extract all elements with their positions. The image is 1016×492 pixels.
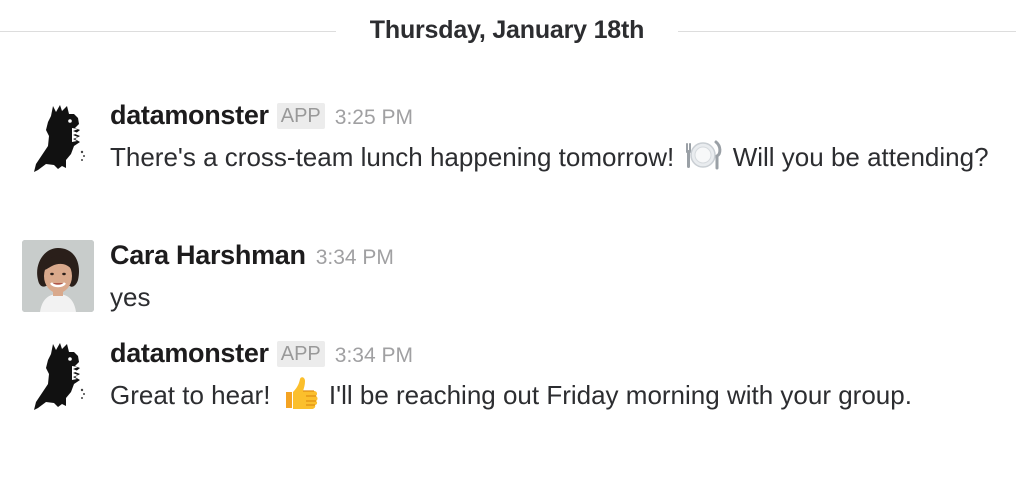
divider-line-right	[678, 31, 1016, 32]
day-divider: Thursday, January 18th	[0, 14, 1016, 50]
app-badge: APP	[276, 341, 325, 367]
message-item: datamonster APP 3:25 PM There's a cross-…	[0, 100, 1016, 224]
message-text-part: Great to hear!	[110, 380, 271, 410]
message-text-part: There's a cross-team lunch happening tom…	[110, 142, 675, 172]
message-text: Great to hear! I'll be reaching out Frid…	[110, 374, 990, 416]
message-text-part: Will you be attending?	[732, 142, 989, 172]
message-header: Cara Harshman 3:34 PM	[110, 240, 990, 274]
app-badge: APP	[276, 103, 325, 129]
message-timestamp[interactable]: 3:34 PM	[316, 246, 394, 270]
message-body: Cara Harshman 3:34 PM yes	[110, 240, 990, 318]
message-body: datamonster APP 3:25 PM There's a cross-…	[110, 100, 990, 178]
datamonster-avatar[interactable]	[22, 340, 94, 412]
message-text: There's a cross-team lunch happening tom…	[110, 136, 990, 178]
divider-line-left	[0, 31, 336, 32]
message-body: datamonster APP 3:34 PM Great to hear! I…	[110, 338, 990, 416]
message-timestamp[interactable]: 3:25 PM	[335, 106, 413, 130]
datamonster-avatar[interactable]	[22, 102, 94, 174]
monster-icon	[34, 105, 85, 172]
message-header: datamonster APP 3:25 PM	[110, 100, 990, 134]
message-header: datamonster APP 3:34 PM	[110, 338, 990, 372]
monster-icon	[34, 343, 85, 410]
sender-name[interactable]: datamonster	[110, 338, 269, 369]
day-divider-label[interactable]: Thursday, January 18th	[336, 16, 678, 45]
thumbs-up-icon	[280, 376, 320, 410]
user-photo-icon	[22, 240, 94, 312]
plate-cutlery-icon	[683, 138, 723, 172]
sender-name[interactable]: Cara Harshman	[110, 240, 306, 271]
cara-harshman-avatar[interactable]	[22, 240, 94, 312]
message-timestamp[interactable]: 3:34 PM	[335, 344, 413, 368]
message-item: Cara Harshman 3:34 PM yes	[0, 240, 1016, 320]
message-text: yes	[110, 282, 151, 312]
message-text-part: I'll be reaching out Friday morning with…	[328, 380, 912, 410]
message-item: datamonster APP 3:34 PM Great to hear! I…	[0, 338, 1016, 462]
sender-name[interactable]: datamonster	[110, 100, 269, 131]
